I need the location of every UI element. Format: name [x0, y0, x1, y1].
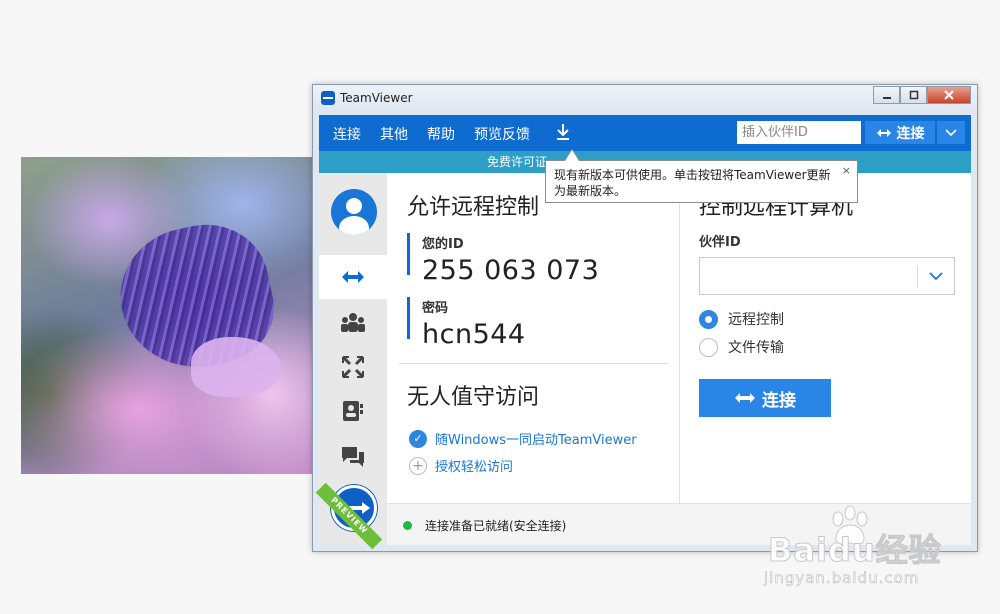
minimize-icon: [882, 97, 891, 99]
radio-remote-control-label: 远程控制: [728, 312, 784, 328]
connect-button[interactable]: 连接: [699, 379, 831, 417]
close-icon: [944, 90, 954, 100]
radio-unselected-icon: [699, 337, 718, 357]
download-icon[interactable]: [555, 123, 571, 141]
menu-extras[interactable]: 其他: [380, 124, 408, 144]
chevron-down-icon: [945, 128, 957, 136]
window-controls: [873, 86, 971, 104]
sidebar-item-chat[interactable]: [319, 435, 387, 479]
user-avatar[interactable]: [331, 189, 377, 235]
sidebar-item-contacts[interactable]: [319, 389, 387, 433]
check-icon: ✓: [409, 429, 427, 448]
remote-control-icon: [342, 271, 364, 283]
status-indicator-icon: [403, 521, 412, 530]
partner-id-input[interactable]: [737, 121, 861, 144]
start-with-windows-option[interactable]: ✓ 随Windows一同启动TeamViewer: [409, 429, 637, 448]
start-with-windows-label: 随Windows一同启动TeamViewer: [435, 433, 637, 448]
close-button[interactable]: [927, 86, 971, 104]
sidebar-item-remote-control[interactable]: [319, 255, 387, 299]
status-text: 连接准备已就绪(安全连接): [425, 519, 567, 533]
maximize-icon: [909, 90, 918, 100]
radio-file-transfer-label: 文件传输: [728, 340, 784, 356]
baidu-watermark: Baidu经验 jingyan.baidu.com: [760, 505, 1000, 605]
menu-help[interactable]: 帮助: [427, 124, 455, 144]
meeting-icon: [341, 313, 365, 332]
teamviewer-logo-icon: [321, 91, 335, 105]
tooltip-pointer: [564, 149, 580, 161]
allow-remote-heading: 允许远程控制: [407, 195, 540, 220]
ribbon-bow: [191, 337, 281, 397]
minimize-button[interactable]: [873, 86, 900, 104]
menu-preview-feedback[interactable]: 预览反馈: [474, 124, 530, 144]
main-menu-bar: 连接 其他 帮助 预览反馈 连接: [319, 115, 971, 151]
your-id-block: 您的ID 255 063 073: [407, 233, 599, 286]
password-value[interactable]: hcn544: [422, 319, 526, 350]
grant-easy-access-label: 授权轻松访问: [435, 460, 514, 475]
your-id-label: 您的ID: [422, 237, 464, 252]
title-bar: TeamViewer: [313, 85, 977, 111]
teamviewer-window: TeamViewer 连接 其他 帮助 预览反馈 插入伙伴ID 连接 免费许可证…: [312, 84, 978, 552]
radio-selected-icon: [699, 309, 718, 329]
password-block: 密码 hcn544: [407, 297, 525, 350]
content-area: PREVIEW 允许远程控制 您的ID 255 063 073 密码 hcn54…: [315, 173, 971, 550]
menu-connection[interactable]: 连接: [333, 124, 361, 144]
connect-button-label: 连接: [762, 390, 796, 411]
nav-connect-dropdown[interactable]: [937, 121, 965, 144]
contacts-icon: [343, 401, 363, 421]
column-divider: [679, 173, 680, 503]
radio-file-transfer[interactable]: 文件传输: [699, 337, 784, 357]
plus-icon: +: [409, 456, 427, 475]
baidu-url-text: jingyan.baidu.com: [764, 569, 920, 588]
radio-remote-control[interactable]: 远程控制: [699, 309, 784, 329]
chat-icon: [342, 447, 364, 467]
section-divider: [399, 363, 669, 364]
unattended-access-heading: 无人值守访问: [407, 385, 540, 410]
your-id-value[interactable]: 255 063 073: [422, 255, 599, 286]
maximize-button[interactable]: [900, 86, 927, 104]
sidebar-item-augmented-reality[interactable]: [319, 345, 387, 389]
lavender-photo: [21, 157, 316, 474]
grant-easy-access-option[interactable]: + 授权轻松访问: [409, 456, 513, 475]
partner-id-label: 伙伴ID: [699, 235, 741, 250]
password-label: 密码: [422, 301, 449, 316]
connect-arrows-icon: [876, 128, 891, 137]
nav-connect-button[interactable]: 连接: [865, 121, 935, 144]
connect-arrows-icon: [735, 393, 755, 403]
update-tooltip[interactable]: 现有新版本可供使用。单击按钮将TeamViewer更新为最新版本。 ×: [545, 149, 858, 203]
augmented-reality-icon: [342, 356, 364, 378]
sidebar: PREVIEW: [315, 173, 387, 550]
main-panel: 允许远程控制 您的ID 255 063 073 密码 hcn544 无人值守访问…: [387, 173, 971, 503]
nav-connect-label: 连接: [896, 125, 925, 142]
partner-id-combobox[interactable]: [699, 257, 955, 295]
window-title: TeamViewer: [340, 91, 413, 105]
sidebar-item-meeting[interactable]: [319, 301, 387, 345]
chevron-down-icon[interactable]: [928, 268, 944, 284]
tooltip-text: 现有新版本可供使用。单击按钮将TeamViewer更新为最新版本。: [554, 168, 831, 198]
tooltip-close-button[interactable]: ×: [842, 163, 851, 179]
baidu-logo-text: Baidu经验: [768, 531, 942, 570]
